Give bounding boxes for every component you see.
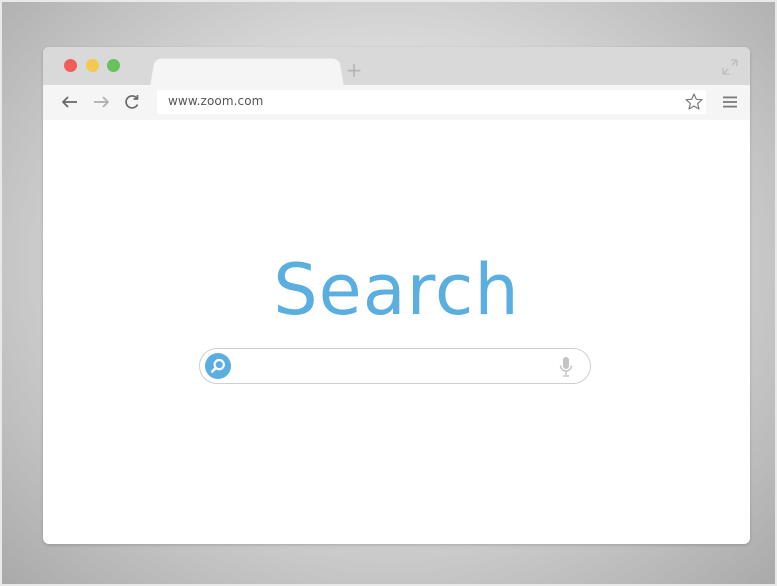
microphone-icon[interactable] xyxy=(556,355,576,379)
back-arrow-icon[interactable] xyxy=(60,92,80,112)
forward-arrow-icon[interactable] xyxy=(91,92,111,112)
hamburger-menu-icon[interactable] xyxy=(721,93,739,111)
search-input[interactable] xyxy=(238,353,543,378)
search-box[interactable] xyxy=(199,348,591,384)
new-tab-button[interactable]: + xyxy=(343,59,365,81)
minimize-window-button[interactable] xyxy=(86,59,99,72)
magnifier-icon[interactable] xyxy=(205,353,231,379)
star-icon[interactable] xyxy=(684,92,704,112)
title-bar: + xyxy=(43,47,750,87)
url-text: www.zoom.com xyxy=(168,94,264,108)
maximize-window-button[interactable] xyxy=(107,59,120,72)
expand-icon[interactable] xyxy=(720,57,740,77)
active-tab[interactable] xyxy=(150,58,344,87)
close-window-button[interactable] xyxy=(64,59,77,72)
browser-toolbar: www.zoom.com xyxy=(43,85,750,120)
browser-window: + www.zoom.com Search xyxy=(43,47,750,544)
page-title: Search xyxy=(273,249,520,331)
reload-icon[interactable] xyxy=(122,92,142,112)
address-bar[interactable]: www.zoom.com xyxy=(157,90,706,114)
